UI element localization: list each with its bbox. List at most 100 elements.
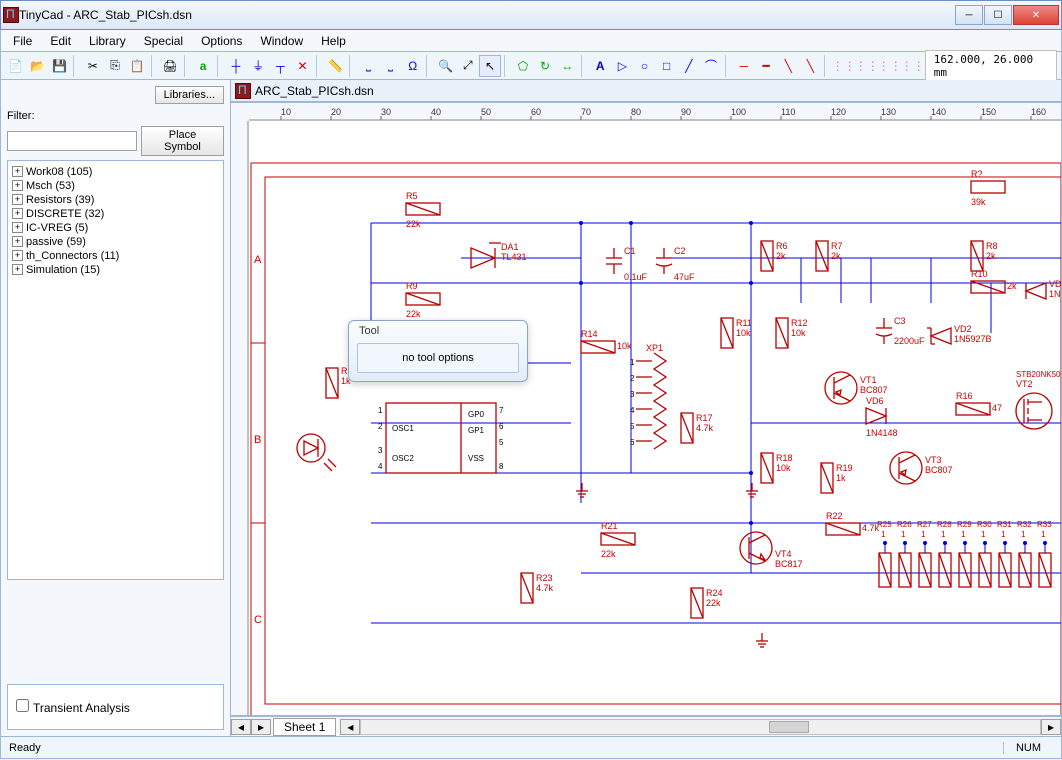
svg-text:GP1: GP1 (468, 426, 485, 435)
svg-text:VT3: VT3 (925, 455, 942, 465)
document-tab[interactable]: ARC_Stab_PICsh.dsn (231, 80, 1061, 102)
svg-text:2k: 2k (986, 251, 996, 261)
menu-options[interactable]: Options (193, 32, 250, 50)
svg-text:1N5927B: 1N5927B (954, 334, 992, 344)
menu-special[interactable]: Special (136, 32, 191, 50)
menu-window[interactable]: Window (252, 32, 311, 50)
svg-text:OSC2: OSC2 (392, 454, 414, 463)
menu-help[interactable]: Help (313, 32, 354, 50)
svg-text:140: 140 (931, 107, 946, 117)
drag-icon[interactable]: ↔ (557, 55, 578, 77)
close-button[interactable]: ✕ (1013, 5, 1059, 25)
tree-item[interactable]: passive (59) (12, 235, 219, 249)
svg-text:22k: 22k (406, 309, 421, 319)
svg-text:R18: R18 (776, 453, 793, 463)
new-icon[interactable]: 📄 (5, 55, 26, 77)
svg-text:1: 1 (1021, 530, 1026, 539)
svg-text:R6: R6 (776, 241, 788, 251)
status-num: NUM (1003, 742, 1053, 754)
svg-text:47: 47 (992, 403, 1002, 413)
svg-text:1: 1 (378, 406, 383, 415)
library-sidebar: Libraries... Filter: Place Symbol Work08… (1, 80, 231, 736)
wire2-icon[interactable]: ╲ (778, 55, 799, 77)
grid4-icon[interactable]: ⋮⋮ (902, 55, 924, 77)
sheet-next[interactable]: ▸ (251, 719, 271, 735)
svg-text:R5: R5 (406, 191, 418, 201)
power-icon[interactable]: ┬ (270, 55, 291, 77)
wire-icon[interactable]: ─ (733, 55, 754, 77)
menu-library[interactable]: Library (81, 32, 134, 50)
svg-text:BC807: BC807 (925, 465, 953, 475)
line-icon[interactable]: ╱ (678, 55, 699, 77)
svg-text:VT4: VT4 (775, 549, 792, 559)
svg-text:OSC1: OSC1 (392, 424, 414, 433)
svg-text:100: 100 (731, 107, 746, 117)
tree-item[interactable]: Msch (53) (12, 179, 219, 193)
copy-icon[interactable]: ⎘ (104, 55, 125, 77)
minimize-button[interactable]: ─ (955, 5, 983, 25)
svg-text:1: 1 (941, 530, 946, 539)
tree-item[interactable]: Work08 (105) (12, 165, 219, 179)
arc-icon[interactable]: ⌒ (700, 55, 721, 77)
print-icon[interactable]: 🖨 (160, 55, 181, 77)
statusbar: Ready NUM (0, 737, 1062, 759)
rect-icon[interactable]: ▷ (612, 55, 633, 77)
doc-icon (235, 83, 251, 99)
svg-text:1: 1 (1041, 530, 1046, 539)
tree-item[interactable]: Resistors (39) (12, 193, 219, 207)
grid3-icon[interactable]: ⋮⋮ (879, 55, 901, 77)
paste-icon[interactable]: 📋 (127, 55, 148, 77)
svg-text:VD1: VD1 (1049, 279, 1061, 289)
tree-item[interactable]: th_Connectors (11) (12, 249, 219, 263)
menu-file[interactable]: File (5, 32, 40, 50)
svg-text:1N4148: 1N4148 (866, 428, 898, 438)
zoom-win-icon[interactable]: ⤢ (457, 55, 478, 77)
zoom-icon[interactable]: 🔍 (435, 55, 456, 77)
libraries-button[interactable]: Libraries... (155, 86, 224, 104)
tool-body: no tool options (357, 343, 519, 373)
sheet-tab[interactable]: Sheet 1 (273, 718, 336, 736)
pointer-icon[interactable]: ↖ (479, 55, 500, 77)
schematic-canvas[interactable]: 102030405060708090100110120130140150160 … (231, 102, 1061, 716)
junction-icon[interactable]: ┼ (225, 55, 246, 77)
svg-text:R19: R19 (836, 463, 853, 473)
ref-icon[interactable]: a (192, 55, 213, 77)
svg-text:R28: R28 (937, 520, 952, 529)
svg-text:5: 5 (499, 438, 504, 447)
filter-label: Filter: (7, 110, 35, 122)
label-icon[interactable]: ⎵ (358, 55, 379, 77)
maximize-button[interactable]: ☐ (984, 5, 1012, 25)
tree-item[interactable]: Simulation (15) (12, 263, 219, 277)
tree-item[interactable]: IC-VREG (5) (12, 221, 219, 235)
transient-checkbox[interactable] (16, 699, 29, 712)
circle-icon[interactable]: ○ (634, 55, 655, 77)
menu-edit[interactable]: Edit (42, 32, 79, 50)
gnd-icon[interactable]: ⏚ (248, 55, 269, 77)
cut-icon[interactable]: ✂ (82, 55, 103, 77)
library-tree[interactable]: Work08 (105) Msch (53) Resistors (39) DI… (7, 160, 224, 580)
save-icon[interactable]: 💾 (49, 55, 70, 77)
ruler-icon[interactable]: 📏 (325, 55, 346, 77)
tree-item[interactable]: DISCRETE (32) (12, 207, 219, 221)
sheet-scroll-r[interactable]: ▸ (1041, 719, 1061, 735)
open-icon[interactable]: 📂 (27, 55, 48, 77)
grid1-icon[interactable]: ⋮⋮ (833, 55, 855, 77)
grid2-icon[interactable]: ⋮⋮ (856, 55, 878, 77)
bus-icon[interactable]: ━ (756, 55, 777, 77)
sheet-prev[interactable]: ◂ (231, 719, 251, 735)
svg-text:R29: R29 (957, 520, 972, 529)
svg-text:VD6: VD6 (866, 396, 884, 406)
rot-icon[interactable]: ↻ (535, 55, 556, 77)
pin-icon[interactable]: Ω (402, 55, 423, 77)
svg-text:10: 10 (281, 107, 291, 117)
sheet-scroll-l[interactable]: ◂ (340, 719, 360, 735)
bus2-icon[interactable]: ╲ (800, 55, 821, 77)
h-scrollbar[interactable] (360, 719, 1041, 735)
text-icon[interactable]: A (590, 55, 611, 77)
filter-input[interactable] (7, 131, 137, 151)
poly-icon[interactable]: ⬠ (512, 55, 533, 77)
noconnect-icon[interactable]: ✕ (292, 55, 313, 77)
place-symbol-button[interactable]: Place Symbol (141, 126, 224, 156)
square-icon[interactable]: □ (656, 55, 677, 77)
netlabel-icon[interactable]: ⎵ (380, 55, 401, 77)
